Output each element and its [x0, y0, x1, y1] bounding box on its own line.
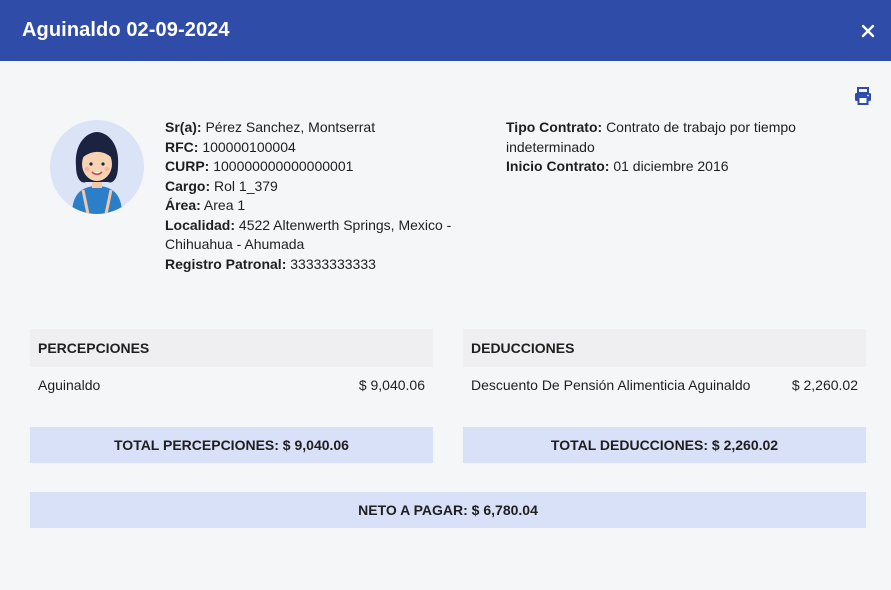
employee-name: Pérez Sanchez, Montserrat — [205, 119, 376, 135]
rfc-label: RFC: — [165, 138, 199, 155]
close-button[interactable] — [857, 20, 879, 42]
print-button[interactable] — [853, 86, 873, 106]
cargo-value: Rol 1_379 — [214, 177, 278, 194]
curp-label: CURP: — [165, 158, 210, 174]
avatar — [50, 120, 144, 214]
deduccion-row: Descuento De Pensión Alimenticia Aguinal… — [463, 373, 866, 397]
tipo-contrato-label: Tipo Contrato: — [506, 119, 603, 135]
deduccion-amount: $ 2,260.02 — [791, 377, 858, 393]
curp-value: 100000000000000001 — [213, 158, 354, 174]
employee-info-left: Sr(a): Pérez Sanchez, Montserrat RFC: 10… — [165, 118, 485, 274]
deducciones-header: DEDUCCIONES — [463, 329, 866, 367]
inicio-contrato-label: Inicio Contrato: — [506, 158, 610, 174]
registro-patronal-label: Registro Patronal: — [165, 255, 287, 272]
deduccion-label: Descuento De Pensión Alimenticia Aguinal… — [471, 377, 751, 393]
employee-info-right: Tipo Contrato: Contrato de trabajo por t… — [506, 118, 836, 177]
percepcion-amount: $ 9,040.06 — [358, 377, 425, 393]
localidad-label: Localidad: — [165, 216, 236, 233]
neto-a-pagar: NETO A PAGAR: $ 6,780.04 — [30, 492, 866, 528]
registro-patronal-value: 33333333333 — [290, 255, 376, 272]
area-label: Área: — [165, 197, 201, 213]
total-percepciones: TOTAL PERCEPCIONES: $ 9,040.06 — [30, 427, 433, 463]
close-icon — [861, 24, 875, 37]
modal-title: Aguinaldo 02-09-2024 — [22, 19, 230, 41]
area-value: Area 1 — [203, 197, 246, 213]
printer-icon — [855, 87, 871, 105]
avatar-woman-illustration — [50, 120, 144, 214]
percepciones-header: PERCEPCIONES — [30, 329, 433, 367]
payroll-receipt-modal: Aguinaldo 02-09-2024 Sr(a): Pérez Sanche… — [0, 0, 891, 590]
percepcion-label: Aguinaldo — [38, 377, 101, 393]
name-label: Sr(a): — [165, 119, 202, 135]
modal-header: Aguinaldo 02-09-2024 — [0, 0, 891, 61]
rfc-value: 100000100004 — [202, 138, 296, 155]
total-deducciones: TOTAL DEDUCCIONES: $ 2,260.02 — [463, 427, 866, 463]
inicio-contrato-value: 01 diciembre 2016 — [613, 158, 729, 174]
cargo-label: Cargo: — [165, 177, 211, 194]
percepcion-row: Aguinaldo $ 9,040.06 — [30, 373, 433, 397]
